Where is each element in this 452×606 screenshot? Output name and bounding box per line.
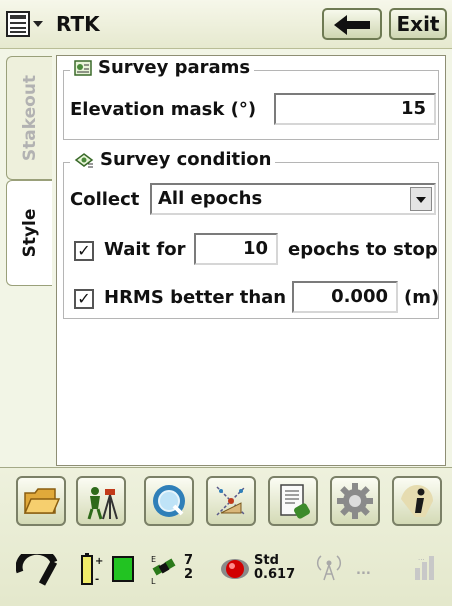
gear-icon [337,483,373,519]
radio-antenna-icon [316,555,342,581]
radio-status: ... [356,563,371,578]
rtk-link-icon [16,554,58,586]
back-button[interactable] [322,8,382,40]
elevation-mask-input[interactable]: 15 [274,93,436,125]
hrms-label: HRMS better than [104,287,287,308]
hrms-unit: (m) [404,287,440,308]
battery-status-indicator [112,556,134,582]
survey-params-icon [74,59,92,76]
bottom-toolbar: + - E L 7 2 Std 0.617 ... ... [0,467,452,606]
search-button[interactable] [144,476,194,526]
svg-text:...: ... [418,554,425,562]
app-title: RTK [56,12,100,36]
search-icon [153,485,185,517]
exit-button[interactable]: Exit [389,8,447,40]
signal-bars-icon: ... [415,554,434,580]
hrms-checkbox[interactable]: ✓ [74,289,94,309]
svg-text:L: L [151,577,156,586]
wait-for-epochs-input[interactable]: 10 [194,233,278,265]
hrms-input[interactable]: 0.000 [292,281,398,313]
survey-condition-icon [74,152,94,167]
survey-tripod-icon [87,487,118,520]
collect-dropdown-value: All epochs [158,188,263,209]
survey-condition-group: Survey condition Collect All epochs ✓ Wa… [63,149,440,319]
wait-for-label: Wait for [104,239,186,260]
survey-params-title: Survey params [98,57,251,78]
app-window: RTK Exit Stakeout Style Survey params El… [0,0,452,606]
coordinate-system-button[interactable] [206,476,256,526]
satellites-used: 7 [184,553,194,568]
svg-text:+: + [95,556,103,567]
satellite-icon: E L [151,555,176,586]
coordinate-system-icon [216,486,246,516]
data-log-button[interactable] [268,476,318,526]
wait-for-suffix: epochs to stop [288,239,438,260]
fix-status-icon [221,559,249,579]
solution-label: Std [254,553,279,568]
survey-params-legend: Survey params [70,57,255,78]
svg-text:E: E [151,555,156,564]
tab-style[interactable]: Style [6,180,52,286]
satellites-tracked: 2 [184,567,194,582]
chevron-down-icon[interactable] [410,187,432,211]
folder-icon [23,488,61,514]
wait-for-checkbox[interactable]: ✓ [74,241,94,261]
back-arrow-icon [334,15,370,35]
collect-label: Collect [70,189,140,210]
title-bar: RTK Exit [0,0,452,49]
info-icon [401,485,433,517]
elevation-mask-label: Elevation mask (°) [70,99,257,120]
svg-text:-: - [95,574,99,585]
start-menu-icon[interactable] [6,11,50,37]
battery-icon: + - [81,553,103,585]
open-folder-button[interactable] [16,476,66,526]
settings-button[interactable] [330,476,380,526]
survey-params-group: Survey params Elevation mask (°) 15 [63,57,439,140]
survey-button[interactable] [76,476,126,526]
tab-stakeout[interactable]: Stakeout [6,56,52,180]
style-panel: Survey params Elevation mask (°) 15 Surv… [56,55,446,466]
survey-condition-title: Survey condition [100,149,272,170]
tab-stakeout-label: Stakeout [19,74,40,162]
tab-style-label: Style [19,208,40,258]
survey-condition-legend: Survey condition [70,149,276,170]
document-icon [280,484,310,519]
solution-precision: 0.617 [254,567,296,582]
info-button[interactable] [392,476,442,526]
collect-dropdown[interactable]: All epochs [150,183,436,215]
